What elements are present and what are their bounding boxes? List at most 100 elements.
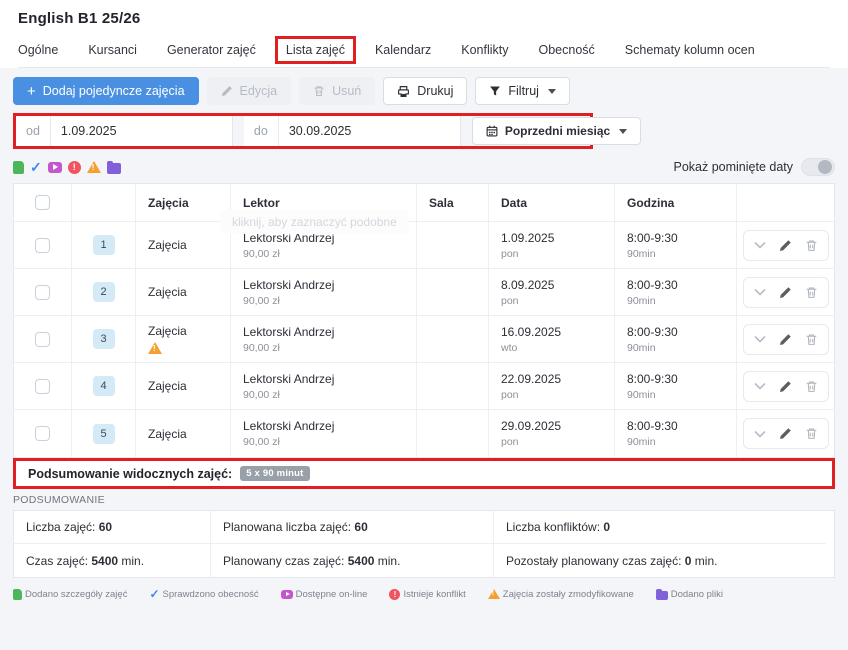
warning-icon (148, 342, 162, 354)
video-icon (281, 590, 293, 599)
summary-cell: Liczba konfliktów: 0 (494, 511, 826, 544)
tab-kalendarz[interactable]: Kalendarz (375, 43, 431, 57)
row-actions (743, 371, 829, 402)
folder-icon (656, 591, 668, 600)
table-row: 1 Zajęcia Lektorski Andrzej 90,00 zł 1.0… (14, 222, 834, 269)
summary-cell: Czas zajęć: 5400 min. (14, 544, 211, 577)
lektor-price: 90,00 zł (243, 342, 404, 354)
calendar-icon (486, 125, 498, 137)
toolbar: + Dodaj pojedyncze zajęcia Edycja Usuń D… (13, 77, 835, 105)
legend-item: Dodano szczegóły zajęć (13, 589, 127, 600)
tab-schematy-kolumn-ocen[interactable]: Schematy kolumn ocen (625, 43, 755, 57)
legend-item: Dostępne on-line (281, 589, 368, 600)
edit-row-button[interactable] (779, 427, 792, 440)
class-date: 16.09.2025 (501, 325, 602, 339)
print-button[interactable]: Drukuj (383, 77, 467, 105)
edit-label: Edycja (240, 84, 278, 98)
class-duration: 90min (627, 436, 724, 448)
show-skipped-dates-label: Pokaż pominięte daty (673, 160, 793, 174)
tab-ogolne[interactable]: Ogólne (18, 43, 58, 57)
delete-row-button[interactable] (805, 333, 818, 346)
date-from-prefix: od (16, 116, 51, 146)
class-time: 8:00-9:30 (627, 419, 724, 433)
lektor-price: 90,00 zł (243, 436, 404, 448)
summary-cell: Pozostały planowany czas zajęć: 0 min. (494, 544, 826, 577)
class-time: 8:00-9:30 (627, 325, 724, 339)
expand-row-button[interactable] (754, 382, 766, 390)
date-from-group: od (16, 116, 233, 146)
previous-month-button[interactable]: Poprzedni miesiąc (472, 117, 641, 145)
delete-row-button[interactable] (805, 380, 818, 393)
table-row: 4 Zajęcia Lektorski Andrzej 90,00 zł 22.… (14, 363, 834, 410)
lektor-price: 90,00 zł (243, 248, 404, 260)
lektor-price: 90,00 zł (243, 295, 404, 307)
row-number-badge: 1 (93, 235, 115, 255)
conflict-icon: ! (389, 589, 400, 600)
delete-label: Usuń (332, 84, 361, 98)
delete-row-button[interactable] (805, 239, 818, 252)
class-date: 1.09.2025 (501, 231, 602, 245)
expand-row-button[interactable] (754, 288, 766, 296)
row-number-badge: 3 (93, 329, 115, 349)
flags-row: ✓ ! Pokaż pominięte daty (13, 158, 835, 176)
plus-icon: + (27, 84, 36, 99)
warning-icon (87, 161, 101, 173)
edit-button[interactable]: Edycja (207, 77, 292, 105)
row-actions (743, 324, 829, 355)
class-day: pon (501, 436, 602, 448)
row-number-badge: 5 (93, 424, 115, 444)
filter-icon (489, 85, 501, 97)
table-row: 3 Zajęcia Lektorski Andrzej 90,00 zł 16.… (14, 316, 834, 363)
tab-lista-zajec[interactable]: Lista zajęć (275, 36, 356, 64)
delete-button[interactable]: Usuń (299, 77, 375, 105)
row-checkbox[interactable] (35, 426, 50, 441)
summary-cell: Planowana liczba zajęć: 60 (211, 511, 494, 544)
delete-row-button[interactable] (805, 427, 818, 440)
delete-row-button[interactable] (805, 286, 818, 299)
lektor-name: Lektorski Andrzej (243, 419, 404, 433)
summary-cell: Planowany czas zajęć: 5400 min. (211, 544, 494, 577)
class-duration: 90min (627, 295, 724, 307)
annotation-box-date-range: od do Poprzedni miesiąc (13, 113, 593, 149)
class-date: 29.09.2025 (501, 419, 602, 433)
class-type: Zajęcia (148, 379, 218, 393)
class-day: pon (501, 389, 602, 401)
lektor-name: Lektorski Andrzej (243, 278, 404, 292)
show-skipped-dates-toggle[interactable] (801, 158, 835, 176)
row-checkbox[interactable] (35, 379, 50, 394)
row-checkbox[interactable] (35, 285, 50, 300)
summary-title: PODSUMOWANIE (13, 494, 835, 506)
classes-table: kliknij, aby zaznaczyć podobne Zajęcia L… (13, 183, 835, 458)
tab-kursanci[interactable]: Kursanci (88, 43, 137, 57)
lektor-price: 90,00 zł (243, 389, 404, 401)
expand-row-button[interactable] (754, 335, 766, 343)
edit-row-button[interactable] (779, 239, 792, 252)
date-to-input[interactable] (279, 116, 460, 146)
row-checkbox[interactable] (35, 238, 50, 253)
select-all-checkbox[interactable] (35, 195, 50, 210)
row-checkbox[interactable] (35, 332, 50, 347)
expand-row-button[interactable] (754, 241, 766, 249)
tab-obecnosc[interactable]: Obecność (539, 43, 595, 57)
document-icon (13, 161, 24, 174)
row-number-badge: 2 (93, 282, 115, 302)
expand-row-button[interactable] (754, 430, 766, 438)
check-icon: ✓ (149, 588, 159, 600)
filter-button[interactable]: Filtruj (475, 77, 570, 105)
chevron-down-icon (548, 89, 556, 94)
class-time: 8:00-9:30 (627, 278, 724, 292)
add-single-class-button[interactable]: + Dodaj pojedyncze zajęcia (13, 77, 199, 105)
edit-row-button[interactable] (779, 333, 792, 346)
tab-konflikty[interactable]: Konflikty (461, 43, 508, 57)
header-data: Data (489, 184, 615, 221)
add-single-class-label: Dodaj pojedyncze zajęcia (43, 84, 185, 98)
tab-generator-zajec[interactable]: Generator zajęć (167, 43, 256, 57)
page-header: English B1 25/26 Ogólne Kursanci Generat… (0, 0, 848, 68)
pencil-icon (221, 85, 233, 97)
toggle-knob (818, 160, 832, 174)
edit-row-button[interactable] (779, 286, 792, 299)
date-from-input[interactable] (51, 116, 232, 146)
edit-row-button[interactable] (779, 380, 792, 393)
annotation-box-visible-summary: Podsumowanie widocznych zajęć: 5 x 90 mi… (13, 458, 835, 489)
previous-month-label: Poprzedni miesiąc (505, 124, 610, 138)
